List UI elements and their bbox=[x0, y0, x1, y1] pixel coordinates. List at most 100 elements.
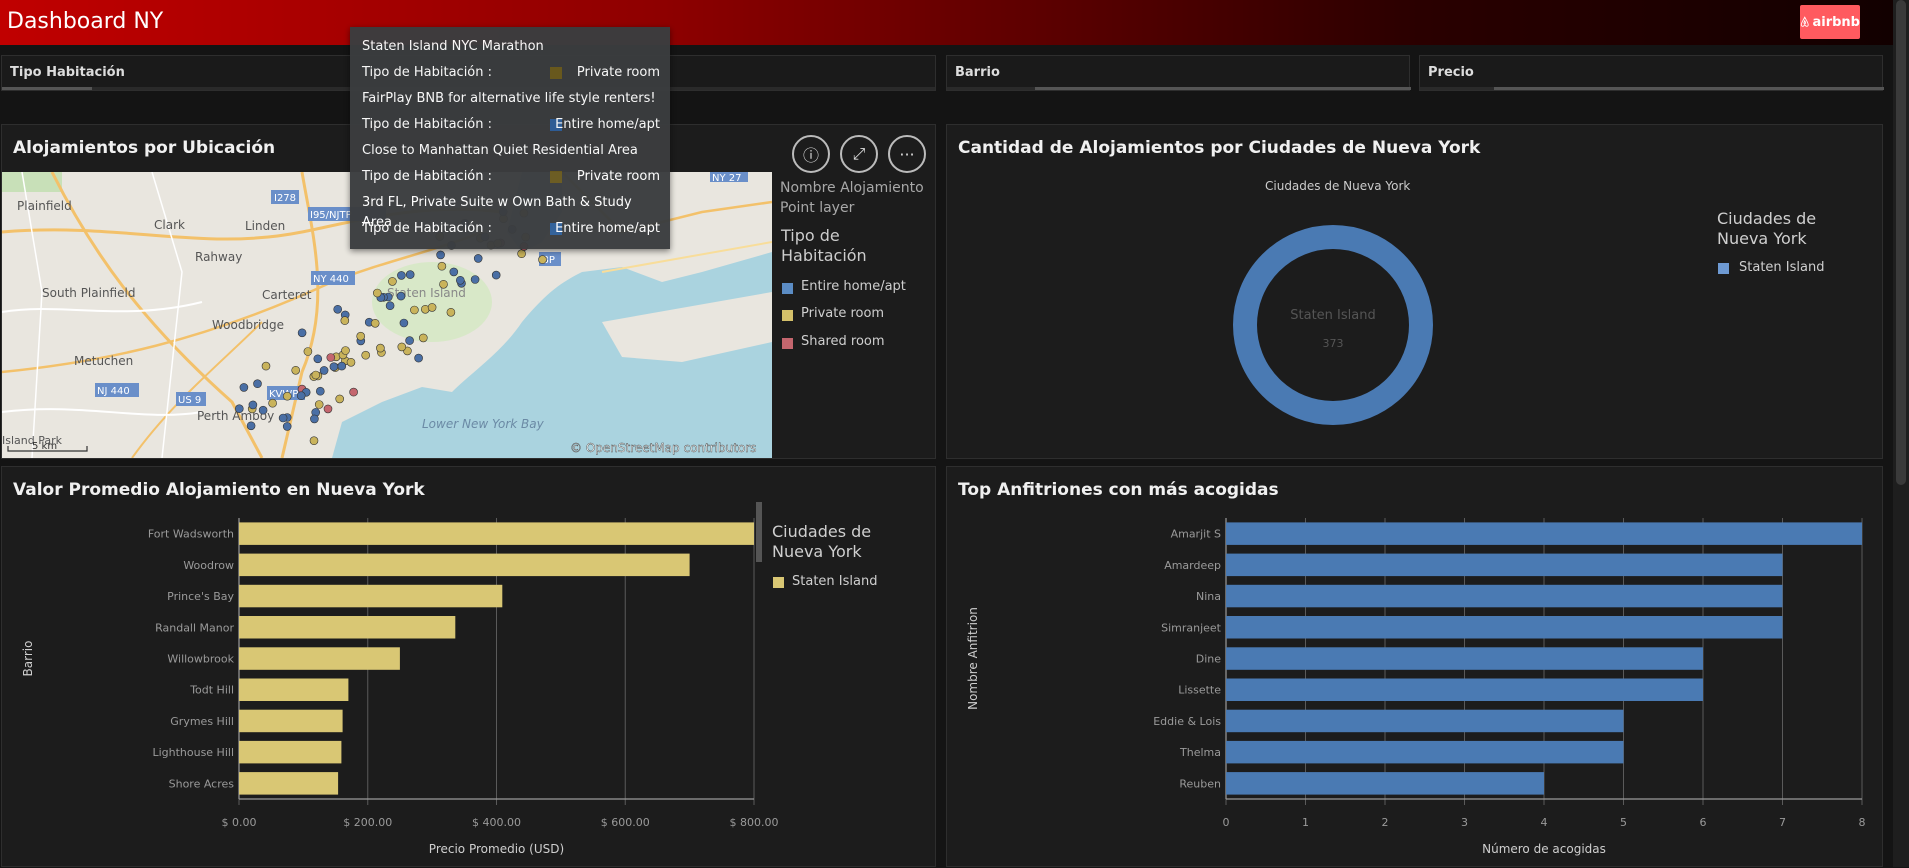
map-point[interactable] bbox=[337, 361, 347, 371]
map-point[interactable] bbox=[396, 291, 406, 301]
bar[interactable] bbox=[239, 647, 400, 670]
map-point[interactable] bbox=[385, 301, 395, 310]
bar[interactable] bbox=[239, 678, 349, 702]
map-point[interactable] bbox=[399, 318, 409, 328]
map-point[interactable] bbox=[310, 414, 319, 424]
map-point[interactable] bbox=[405, 336, 414, 345]
bar[interactable] bbox=[1226, 678, 1703, 702]
map-point[interactable] bbox=[361, 350, 371, 360]
legend-item[interactable]: Staten Island bbox=[1739, 260, 1824, 275]
map-point[interactable] bbox=[261, 361, 271, 371]
map-point[interactable] bbox=[248, 400, 258, 410]
map-point[interactable] bbox=[303, 347, 313, 356]
map-point[interactable] bbox=[291, 366, 301, 375]
map-point[interactable] bbox=[427, 303, 437, 312]
map-point[interactable] bbox=[335, 394, 345, 404]
filter-precio[interactable]: Precio bbox=[1419, 55, 1884, 91]
map-point[interactable] bbox=[246, 421, 256, 431]
map-point[interactable] bbox=[268, 398, 277, 408]
hosts-bar-chart[interactable]: 0 1 2 3 4 5 6 7 8 Amarjit S Amardeep Nina Simranjeet… bbox=[947, 467, 1884, 868]
bar[interactable] bbox=[1226, 584, 1783, 608]
bar[interactable] bbox=[1226, 647, 1703, 670]
map-point[interactable] bbox=[418, 333, 428, 343]
map-point[interactable] bbox=[376, 343, 385, 353]
map-point[interactable] bbox=[455, 276, 465, 285]
map-point[interactable] bbox=[436, 250, 445, 260]
map-point[interactable] bbox=[313, 354, 323, 364]
map-point[interactable] bbox=[314, 400, 324, 409]
scrollbar-thumb[interactable] bbox=[1896, 0, 1906, 485]
map-point[interactable] bbox=[397, 271, 406, 280]
donut-chart[interactable]: Staten Island 373 bbox=[1233, 225, 1433, 425]
map-point[interactable] bbox=[239, 383, 249, 392]
map-point[interactable] bbox=[517, 249, 526, 258]
map-point[interactable] bbox=[414, 353, 423, 363]
legend-item-shared[interactable]: Shared room bbox=[801, 334, 885, 349]
map-point[interactable] bbox=[282, 391, 292, 401]
map-point[interactable] bbox=[297, 328, 307, 338]
bar[interactable] bbox=[1226, 522, 1862, 545]
map-point[interactable] bbox=[282, 422, 292, 431]
bar[interactable] bbox=[239, 553, 690, 577]
bar[interactable] bbox=[1226, 709, 1624, 733]
map-point[interactable] bbox=[397, 342, 407, 352]
map-point[interactable] bbox=[340, 316, 350, 325]
bar[interactable] bbox=[239, 522, 754, 545]
bar[interactable] bbox=[1226, 616, 1783, 639]
map-point[interactable] bbox=[319, 366, 329, 375]
bar[interactable] bbox=[239, 584, 503, 608]
filter-barrio[interactable]: Barrio bbox=[946, 55, 1411, 91]
map-point[interactable] bbox=[315, 386, 325, 396]
map-point[interactable] bbox=[323, 404, 333, 414]
map-point[interactable] bbox=[405, 270, 415, 279]
legend-scrollbar[interactable] bbox=[756, 502, 762, 562]
legend-item[interactable]: Staten Island bbox=[792, 574, 877, 589]
map-point[interactable] bbox=[333, 305, 343, 314]
map-point[interactable] bbox=[370, 319, 380, 328]
map-point[interactable] bbox=[470, 275, 480, 284]
legend-item-private[interactable]: Private room bbox=[801, 306, 884, 321]
bar[interactable] bbox=[239, 772, 339, 795]
x-tick-label: 2 bbox=[1382, 816, 1389, 829]
map-point[interactable] bbox=[410, 305, 419, 315]
map-point[interactable] bbox=[235, 404, 244, 413]
map-point[interactable] bbox=[311, 370, 321, 380]
x-tick-label: $ 200.00 bbox=[343, 816, 392, 829]
map-point[interactable] bbox=[437, 261, 447, 271]
map-point[interactable] bbox=[446, 308, 456, 317]
more-options-button[interactable]: ··· bbox=[888, 135, 926, 173]
map-point[interactable] bbox=[309, 436, 319, 446]
legend-item-entire[interactable]: Entire home/apt bbox=[801, 279, 906, 294]
map-point[interactable] bbox=[349, 387, 358, 397]
map-point[interactable] bbox=[258, 405, 268, 415]
bar[interactable] bbox=[1226, 553, 1783, 577]
map-point[interactable] bbox=[388, 277, 397, 286]
map-point[interactable] bbox=[329, 362, 339, 371]
hosts-panel: Top Anfitriones con más acogidas 0123456… bbox=[946, 466, 1883, 867]
page-scrollbar[interactable] bbox=[1893, 0, 1909, 867]
map-point[interactable] bbox=[278, 413, 288, 423]
bar[interactable] bbox=[1226, 740, 1624, 764]
expand-button[interactable]: ⤢ bbox=[840, 135, 878, 173]
bar[interactable] bbox=[239, 709, 343, 733]
map-point[interactable] bbox=[253, 379, 262, 388]
bar[interactable] bbox=[1226, 772, 1544, 795]
map-point[interactable] bbox=[449, 267, 459, 277]
map-point[interactable] bbox=[372, 288, 382, 298]
bar[interactable] bbox=[239, 616, 456, 639]
map-point[interactable] bbox=[439, 280, 448, 289]
map-road-label: NY 27 bbox=[712, 173, 742, 184]
bar[interactable] bbox=[239, 740, 342, 764]
map-point[interactable] bbox=[326, 353, 336, 362]
map-point[interactable] bbox=[473, 254, 483, 263]
info-button[interactable]: ⓘ bbox=[792, 135, 830, 173]
map-point[interactable] bbox=[491, 270, 501, 280]
map-point[interactable] bbox=[538, 255, 547, 264]
donut-slice-staten-island[interactable] bbox=[1233, 225, 1433, 425]
map-point[interactable] bbox=[296, 391, 306, 400]
map-point[interactable] bbox=[341, 346, 350, 355]
map-point[interactable] bbox=[346, 358, 356, 367]
map-attribution[interactable]: © OpenStreetMap contributors bbox=[570, 441, 757, 455]
tooltip-item-name: Staten Island NYC Marathon bbox=[362, 39, 544, 54]
map-point[interactable] bbox=[356, 331, 366, 341]
